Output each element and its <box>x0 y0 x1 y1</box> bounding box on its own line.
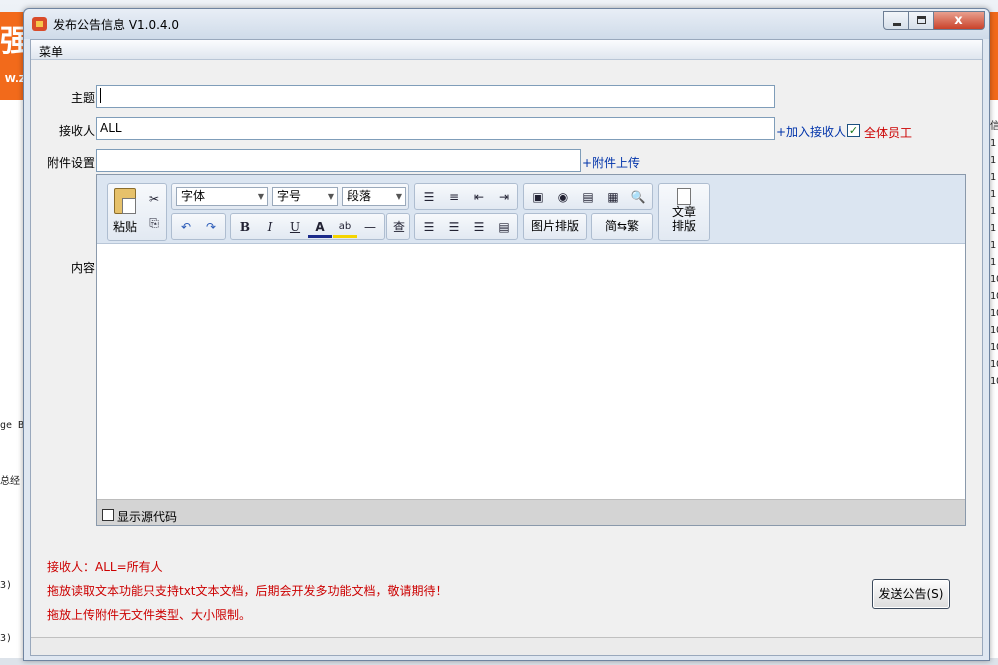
align-left-icon[interactable]: ☰ <box>417 216 441 238</box>
insert-group: ▣ ◉ ▤ ▦ 🔍 <box>523 183 653 210</box>
maximize-button[interactable] <box>909 11 934 30</box>
background-text: 3) <box>0 633 13 644</box>
underline-button[interactable]: U <box>283 216 307 238</box>
menu-item-menu[interactable]: 菜单 <box>39 43 63 60</box>
highlight-button[interactable]: ab <box>333 216 357 238</box>
insert-image-icon[interactable]: ▣ <box>526 186 550 208</box>
attachment-label: 附件设置: <box>46 156 99 170</box>
editor-toolbar: 粘贴 ✂ ⎘ 字体 ▼ 字号 ▼ 段落 ▼ ☰ ≡ ⇤ ⇥ ▣ ◉ ▤ ▦ 🔍 … <box>97 175 965 244</box>
close-icon: x <box>954 13 963 28</box>
recipient-label: 接收人: <box>58 124 99 138</box>
subject-input[interactable] <box>96 85 775 108</box>
font-group: 字体 ▼ 字号 ▼ 段落 ▼ <box>171 183 409 210</box>
content-label: 内容: <box>70 261 99 275</box>
note-recipient: 接收人：ALL=所有人 <box>47 560 163 574</box>
outdent-icon[interactable]: ⇤ <box>467 186 491 208</box>
add-recipient-link[interactable]: +加入接收人 <box>776 123 846 140</box>
article-layout-button[interactable]: 文章 排版 <box>658 183 710 241</box>
title-bar[interactable]: 发布公告信息 V1.0.4.0 x <box>24 9 989 39</box>
background-right-column: 信 1 1 1 1 1 1 1 1 10 10 10 10 10 10 10 <box>990 121 998 387</box>
minimize-icon <box>893 23 901 26</box>
all-staff-label: 全体员工 <box>864 126 913 140</box>
list-group: ☰ ≡ ⇤ ⇥ <box>414 183 518 210</box>
minimize-button[interactable] <box>883 11 909 30</box>
insert-link-icon[interactable]: ◉ <box>551 186 575 208</box>
app-icon <box>32 17 47 31</box>
clipboard-group: 粘贴 ✂ ⎘ <box>107 183 167 241</box>
font-color-button[interactable]: A <box>308 216 332 238</box>
note-drag-text: 拖放读取文本功能只支持txt文本文档，后期会开发多功能文档，敬请期待！ <box>47 584 448 598</box>
format-group: B I U A ab — <box>230 213 385 240</box>
background-text: ge B <box>0 420 25 431</box>
document-icon <box>677 188 691 205</box>
copy-icon[interactable]: ⎘ <box>142 212 166 234</box>
note-drag-upload: 拖放上传附件无文件类型、大小限制。 <box>47 608 252 622</box>
recipient-input[interactable]: ALL <box>96 117 775 140</box>
upload-attachment-link[interactable]: +附件上传 <box>582 154 640 171</box>
content-edit-area[interactable] <box>97 244 965 499</box>
cut-icon[interactable]: ✂ <box>142 188 166 210</box>
maximize-icon <box>917 16 926 24</box>
subject-label: 主题: <box>70 91 99 105</box>
background-text: 3) <box>0 580 13 591</box>
window-controls: x <box>883 11 987 31</box>
menu-bar: 菜单 <box>31 40 982 60</box>
attachment-input[interactable] <box>96 149 581 172</box>
font-family-select[interactable]: 字体 ▼ <box>176 187 268 206</box>
unordered-list-icon[interactable]: ≡ <box>442 186 466 208</box>
find-button[interactable]: 查 <box>386 213 410 240</box>
bold-button[interactable]: B <box>233 216 257 238</box>
font-size-select[interactable]: 字号 ▼ <box>272 187 338 206</box>
find-label: 查 <box>392 220 405 234</box>
ordered-list-icon[interactable]: ☰ <box>417 186 441 208</box>
align-justify-icon[interactable]: ▤ <box>492 216 516 238</box>
align-right-icon[interactable]: ☰ <box>467 216 491 238</box>
editor-status-row: 显示源代码 <box>97 499 965 525</box>
insert-comment-icon[interactable]: ▦ <box>601 186 625 208</box>
send-announcement-button[interactable]: 发送公告(S) <box>872 579 950 609</box>
announcement-dialog: 发布公告信息 V1.0.4.0 x 菜单 主题: 接收人: ALL +加入接收人… <box>23 8 990 661</box>
history-group: ↶ ↷ <box>171 213 226 240</box>
undo-icon[interactable]: ↶ <box>174 216 198 238</box>
insert-table-icon[interactable]: ▤ <box>576 186 600 208</box>
rich-text-editor: 粘贴 ✂ ⎘ 字体 ▼ 字号 ▼ 段落 ▼ ☰ ≡ ⇤ ⇥ ▣ ◉ ▤ ▦ 🔍 … <box>96 174 966 526</box>
paragraph-select[interactable]: 段落 ▼ <box>342 187 406 206</box>
preview-icon[interactable]: 🔍 <box>626 186 650 208</box>
italic-button[interactable]: I <box>258 216 282 238</box>
show-source-label: 显示源代码 <box>117 510 178 524</box>
indent-icon[interactable]: ⇥ <box>492 186 516 208</box>
window-title: 发布公告信息 V1.0.4.0 <box>53 18 180 32</box>
show-source-checkbox[interactable] <box>102 509 114 521</box>
paste-button[interactable]: 粘贴 <box>110 188 140 240</box>
text-caret <box>100 88 101 103</box>
align-group: ☰ ☰ ☰ ▤ <box>414 213 518 240</box>
all-staff-checkbox[interactable]: ✓ <box>847 124 860 137</box>
convert-chinese-button[interactable]: 简⇆繁 <box>591 213 653 240</box>
close-button[interactable]: x <box>934 11 985 30</box>
dialog-content: 菜单 主题: 接收人: ALL +加入接收人 ✓ 全体员工 附件设置: +附件上… <box>30 39 983 656</box>
redo-icon[interactable]: ↷ <box>199 216 223 238</box>
image-layout-button[interactable]: 图片排版 <box>523 213 587 240</box>
paste-icon <box>114 188 136 214</box>
status-bar <box>31 637 982 655</box>
background-text: 总经 <box>0 476 20 487</box>
align-center-icon[interactable]: ☰ <box>442 216 466 238</box>
horizontal-rule-button[interactable]: — <box>358 216 382 238</box>
